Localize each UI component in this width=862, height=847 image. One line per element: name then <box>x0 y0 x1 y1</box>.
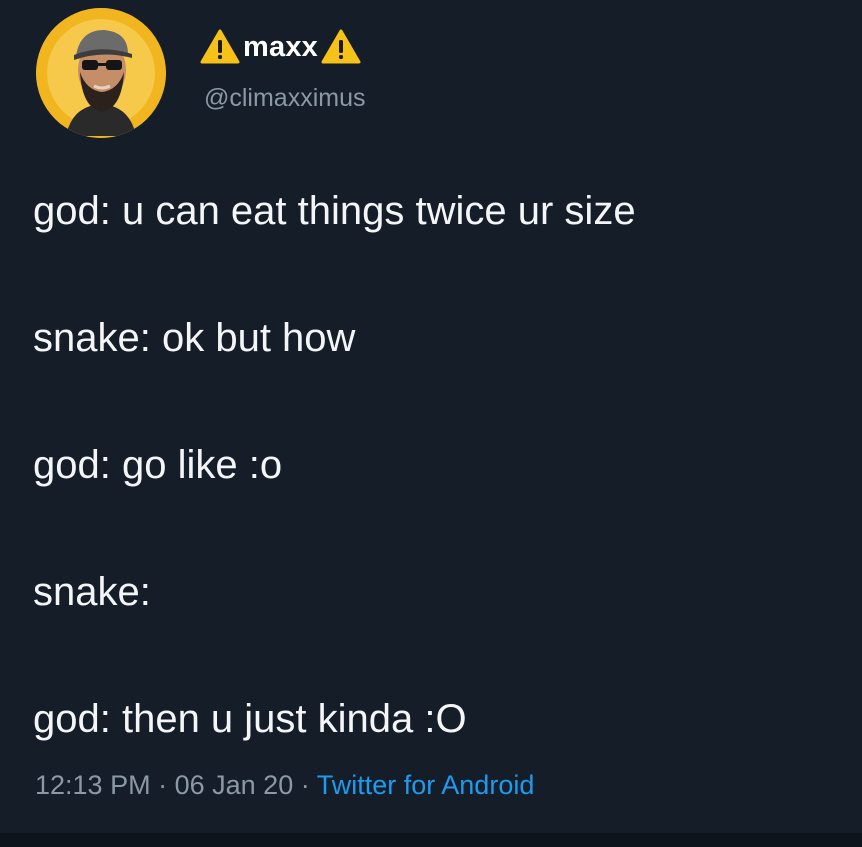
tweet-line: god: u can eat things twice ur size <box>33 189 636 233</box>
bearded-man-avatar-icon <box>36 8 166 138</box>
tweet-source[interactable]: Twitter for Android <box>317 770 535 800</box>
warning-icon <box>321 29 361 64</box>
tweet-line: snake: <box>33 570 151 614</box>
bottom-divider <box>0 833 862 847</box>
tweet-line: snake: ok but how <box>33 316 356 360</box>
user-handle[interactable]: @climaxximus <box>204 86 366 111</box>
display-name[interactable]: maxx <box>200 27 361 67</box>
tweet-time[interactable]: 12:13 PM <box>35 770 151 800</box>
user-name: maxx <box>243 30 318 63</box>
tweet-meta: 12:13 PM · 06 Jan 20 · Twitter for Andro… <box>35 772 534 799</box>
tweet-card: maxx @climaxximus god: u can eat things … <box>0 0 862 847</box>
meta-separator: · <box>158 770 168 800</box>
tweet-line: god: go like :o <box>33 443 283 487</box>
tweet-date[interactable]: 06 Jan 20 <box>175 770 294 800</box>
tweet-line: god: then u just kinda :O <box>33 697 467 741</box>
warning-icon <box>200 29 240 64</box>
avatar[interactable] <box>36 8 166 138</box>
meta-separator: · <box>300 770 310 800</box>
